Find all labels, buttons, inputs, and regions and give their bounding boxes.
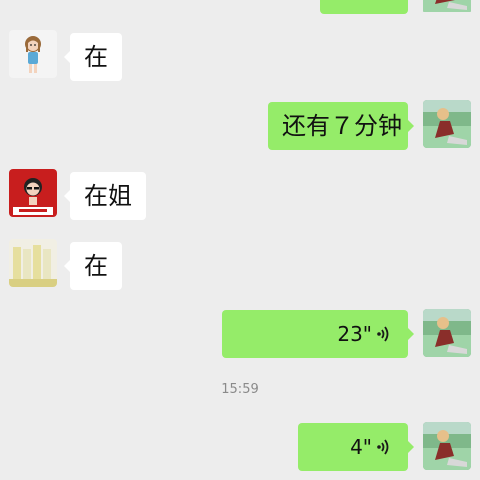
sender-avatar-girl[interactable] <box>9 30 57 78</box>
sender-avatar-boy[interactable] <box>423 422 471 470</box>
sender-avatar-boy[interactable] <box>423 100 471 148</box>
message-text: 在姐 <box>84 182 132 210</box>
sender-avatar-boy[interactable] <box>423 309 471 357</box>
message-timestamp: 15:59 <box>221 382 259 397</box>
voice-duration: 4" <box>350 435 372 459</box>
voice-wave-icon <box>376 438 392 456</box>
message-text: 在 <box>84 252 108 280</box>
avatar-image <box>423 309 471 357</box>
message-bubble-incoming[interactable]: 在姐 <box>64 172 146 220</box>
sender-avatar-red[interactable] <box>9 169 57 217</box>
avatar-image <box>9 169 57 217</box>
message-bubble-partial[interactable] <box>320 0 408 14</box>
avatar-image <box>423 0 471 12</box>
message-bubble-incoming[interactable]: 在 <box>64 33 122 81</box>
voice-message-bubble[interactable]: 4" <box>298 423 414 471</box>
message-text: 还有７分钟 <box>282 112 402 140</box>
sender-avatar-boy[interactable] <box>423 0 471 14</box>
message-bubble-incoming[interactable]: 在 <box>64 242 122 290</box>
message-bubble-outgoing[interactable]: 还有７分钟 <box>268 102 414 150</box>
message-text: 在 <box>84 43 108 71</box>
chat-area: 在 还有７分钟 在姐 在 23" 15:59 4" <box>0 0 480 480</box>
voice-wave-icon <box>376 325 392 343</box>
avatar-image <box>9 30 57 78</box>
voice-duration: 23" <box>337 322 372 346</box>
avatar-image <box>423 422 471 470</box>
avatar-image <box>423 100 471 148</box>
sender-avatar-yellow[interactable] <box>9 239 57 287</box>
voice-message-bubble[interactable]: 23" <box>222 310 414 358</box>
avatar-image <box>9 239 57 287</box>
